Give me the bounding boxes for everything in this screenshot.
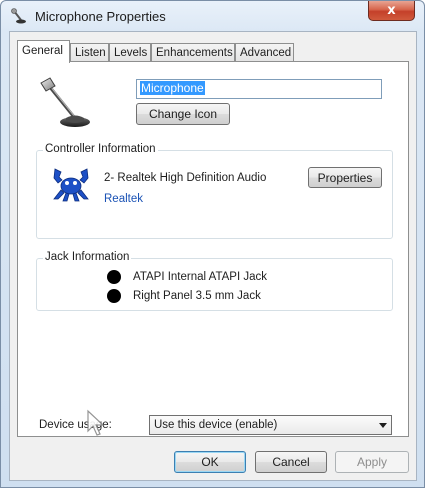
dialog-body: General Listen Levels Enhancements Advan… (9, 31, 417, 481)
controller-information-group: Controller Information 2- Realtek High D… (36, 143, 393, 239)
tab-label: General (22, 45, 63, 57)
tab-label: Levels (114, 47, 148, 59)
tab-levels[interactable]: Levels (109, 43, 151, 62)
tab-listen[interactable]: Listen (70, 43, 109, 62)
tab-general[interactable]: General (17, 40, 70, 63)
group-title: Jack Information (43, 251, 132, 263)
button-label: Properties (317, 170, 373, 185)
button-label: Change Icon (148, 107, 218, 121)
device-usage-select[interactable]: Use this device (enable) (149, 415, 392, 435)
tab-enhancements[interactable]: Enhancements (151, 43, 235, 62)
jack-label: Right Panel 3.5 mm Jack (133, 290, 261, 302)
apply-button[interactable]: Apply (335, 451, 409, 473)
jack-dot-icon (107, 270, 121, 284)
window-title: Microphone Properties (35, 9, 166, 24)
jack-label: ATAPI Internal ATAPI Jack (133, 271, 268, 283)
close-button[interactable]: x (368, 1, 415, 21)
tab-label: Listen (75, 47, 106, 59)
jack-item: ATAPI Internal ATAPI Jack (107, 269, 267, 285)
jack-item: Right Panel 3.5 mm Jack (107, 288, 261, 304)
tab-label: Enhancements (156, 47, 233, 59)
device-name-input[interactable]: Microphone (136, 79, 382, 99)
chevron-down-icon (379, 423, 387, 428)
change-icon-button[interactable]: Change Icon (136, 103, 230, 125)
button-label: OK (201, 455, 219, 469)
microphone-stand-icon (40, 77, 90, 127)
realtek-crab-icon (53, 168, 89, 202)
jack-dot-icon (107, 289, 121, 303)
controller-name: 2- Realtek High Definition Audio (104, 172, 267, 184)
tab-label: Advanced (240, 47, 292, 59)
title-bar[interactable]: Microphone Properties x (1, 1, 424, 31)
tab-advanced[interactable]: Advanced (235, 43, 294, 62)
close-icon: x (387, 3, 396, 18)
mouse-cursor-icon (87, 409, 105, 436)
select-value: Use this device (enable) (154, 419, 278, 431)
microphone-icon (11, 8, 26, 24)
button-label: Cancel (272, 455, 310, 469)
properties-button[interactable]: Properties (308, 167, 382, 188)
cancel-button[interactable]: Cancel (255, 451, 327, 473)
group-title: Controller Information (43, 143, 158, 155)
controller-vendor-link[interactable]: Realtek (104, 193, 143, 205)
button-label: Apply (356, 455, 388, 469)
general-tab-panel: Microphone Change Icon Controller Inform… (17, 61, 409, 437)
jack-information-group: Jack Information ATAPI Internal ATAPI Ja… (36, 251, 393, 311)
ok-button[interactable]: OK (174, 451, 246, 473)
properties-window: Microphone Properties x General Listen L… (0, 0, 425, 488)
selected-text: Microphone (140, 81, 205, 95)
